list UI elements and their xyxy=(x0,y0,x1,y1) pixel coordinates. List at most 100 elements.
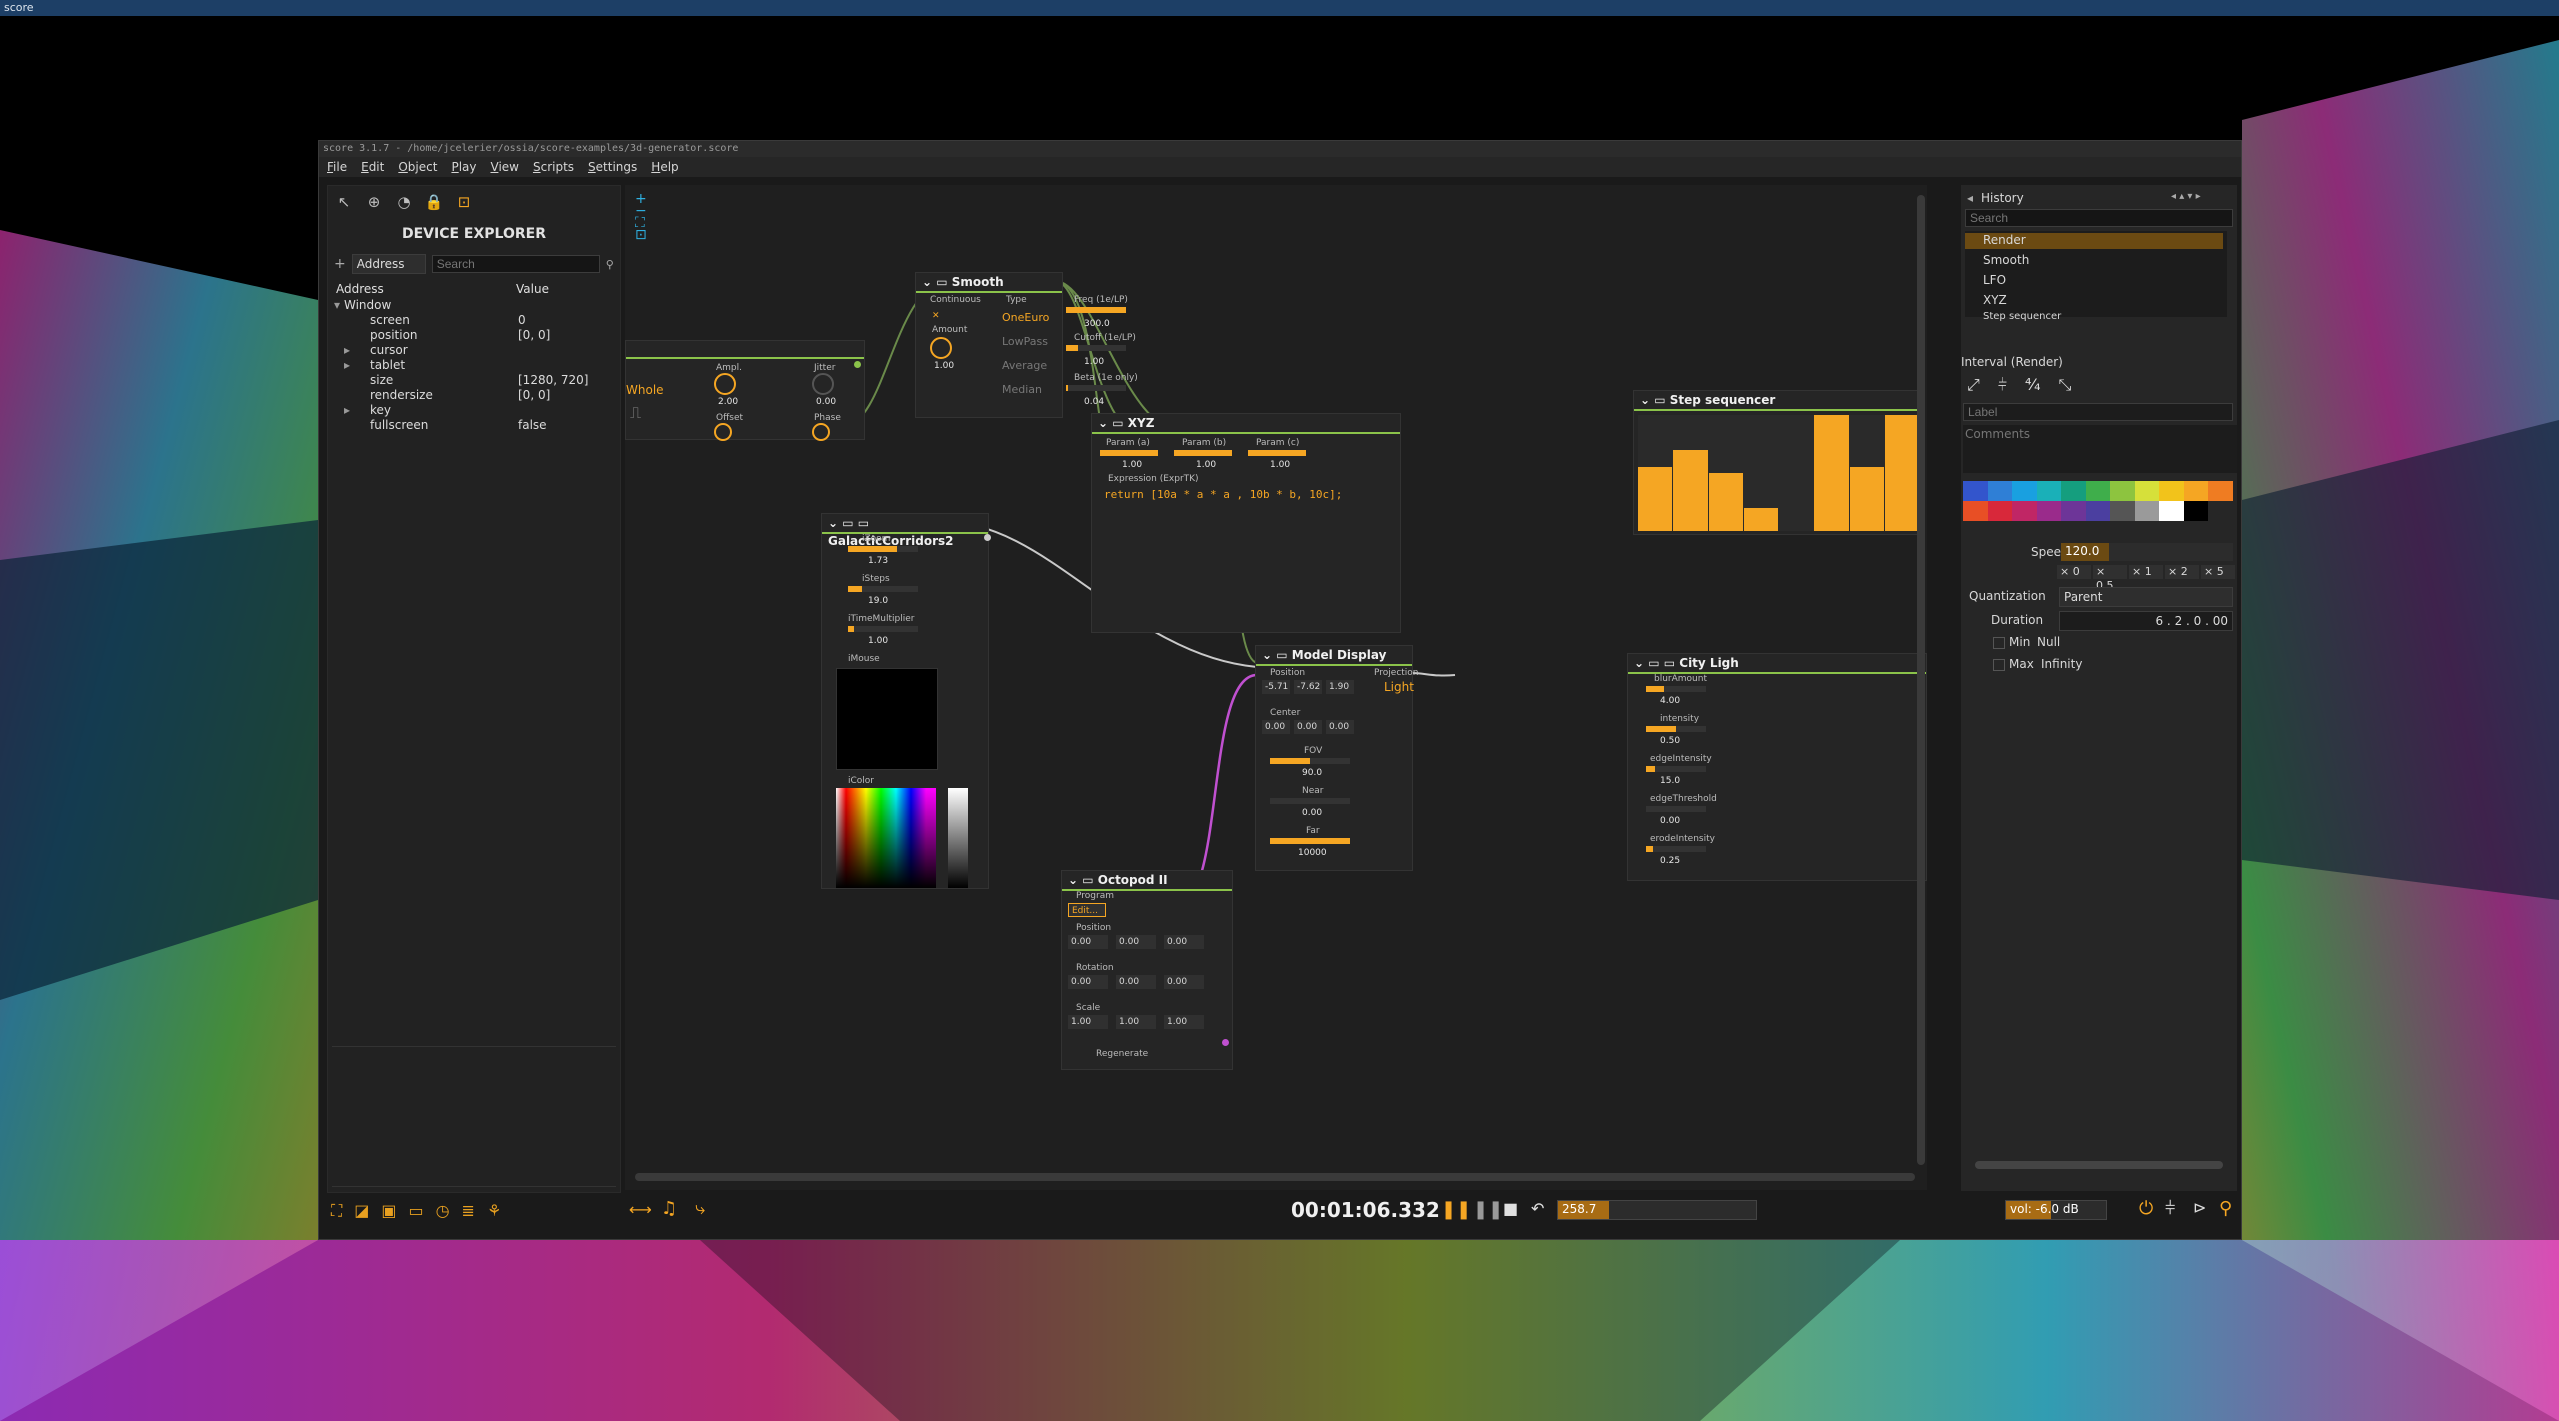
node-step-sequencer[interactable]: ⌄ ▭ Step sequencer xyxy=(1633,390,1925,535)
step-sequencer-grid[interactable] xyxy=(1638,415,1920,531)
xyz-expression[interactable]: return [10a * a * a , 10b * b, 10c]; xyxy=(1104,488,1342,501)
speed-x5-button[interactable]: × 5 xyxy=(2201,565,2235,579)
speed-slider[interactable]: 120.0 xyxy=(2061,543,2233,561)
curve-icon[interactable]: ◪ xyxy=(354,1201,369,1221)
mixer-icon[interactable]: ⫩ xyxy=(2165,1198,2175,1219)
xyz-pc-slider[interactable] xyxy=(1248,450,1306,456)
tree-row[interactable]: rendersize [0, 0] xyxy=(334,388,614,402)
reset-icon[interactable]: ↶ xyxy=(1531,1199,1544,1218)
octopod-rot-y[interactable]: 0.00 xyxy=(1116,975,1156,989)
speed-x0-button[interactable]: × 0 xyxy=(2057,565,2091,579)
device-search-input[interactable] xyxy=(431,255,600,273)
node-city-lights[interactable]: ⌄ ▭ ▭ City Ligh blurAmount 4.00 intensit… xyxy=(1627,653,1927,881)
stop-icon[interactable]: ■ xyxy=(1503,1199,1518,1218)
tree-row[interactable]: size [1280, 720] xyxy=(334,373,614,387)
node-model-header[interactable]: ⌄ ▭ Model Display xyxy=(1256,646,1412,666)
model-center-y[interactable]: 0.00 xyxy=(1294,720,1322,734)
library-icon[interactable]: ▣ xyxy=(381,1201,396,1221)
galactic-izoom-slider[interactable] xyxy=(848,546,918,552)
music-icon[interactable]: ♫ xyxy=(661,1198,677,1219)
octopod-edit-button[interactable]: Edit... xyxy=(1068,903,1106,917)
smooth-amount-knob[interactable] xyxy=(930,337,952,359)
step-bar[interactable] xyxy=(1814,415,1849,531)
node-xyz-header[interactable]: ⌄ ▭ XYZ xyxy=(1092,414,1400,434)
menu-help[interactable]: Help xyxy=(651,157,678,177)
history-search-input[interactable] xyxy=(1965,209,2233,227)
expand-icon[interactable]: ⤢ xyxy=(1967,375,1980,395)
close-icon[interactable]: ✕ xyxy=(932,311,940,321)
signature-icon[interactable]: ⁴⁄₄ xyxy=(2025,375,2041,395)
node-octopod[interactable]: ⌄ ▭ Octopod II Program Edit... Position … xyxy=(1061,870,1233,1070)
pause-icon[interactable]: ❚❚ xyxy=(1441,1199,1471,1220)
sliders-icon[interactable]: ⫩ xyxy=(1998,375,2007,395)
node-city-header[interactable]: ⌄ ▭ ▭ City Ligh xyxy=(1628,654,1926,674)
tree-row[interactable]: screen 0 xyxy=(334,313,614,327)
palette-swatch[interactable] xyxy=(2208,481,2233,501)
duration-value[interactable]: 6 . 2 . 0 . 00 xyxy=(2059,611,2233,631)
menu-file[interactable]: File xyxy=(327,157,347,177)
tree-row[interactable]: ▸ key xyxy=(334,403,614,417)
add-device-icon[interactable]: + xyxy=(334,256,346,272)
octopod-pos-x[interactable]: 0.00 xyxy=(1068,935,1108,949)
galactic-isteps-slider[interactable] xyxy=(848,586,918,592)
console-icon[interactable]: ⊳ xyxy=(2193,1198,2206,1217)
speed-x2-button[interactable]: × 2 xyxy=(2165,565,2199,579)
step-bar[interactable] xyxy=(1673,449,1708,531)
palette-swatch[interactable] xyxy=(2085,481,2111,501)
canvas-hscrollbar[interactable] xyxy=(635,1173,1915,1181)
menu-edit[interactable]: Edit xyxy=(361,157,384,177)
palette-swatch[interactable] xyxy=(2085,501,2111,521)
devices-icon[interactable]: ⚘ xyxy=(487,1201,501,1221)
model-far-slider[interactable] xyxy=(1270,838,1350,844)
lfo-phase-knob[interactable] xyxy=(812,423,830,441)
resize-icon[interactable]: ⤡ xyxy=(2059,375,2072,395)
node-xyz[interactable]: ⌄ ▭ XYZ Param (a) 1.00 Param (b) 1.00 Pa… xyxy=(1091,413,1401,633)
smooth-beta-slider[interactable] xyxy=(1066,385,1126,391)
smooth-mode-lowpass[interactable]: LowPass xyxy=(1002,335,1048,348)
loop-icon[interactable]: ⟷ xyxy=(629,1200,652,1219)
octopod-scale-z[interactable]: 1.00 xyxy=(1164,1015,1204,1029)
node-smooth[interactable]: ⌄ ▭ Smooth Continuous Type ✕ Amount 1.00… xyxy=(915,272,1138,418)
history-item-render[interactable]: Render xyxy=(1983,233,2026,247)
process-canvas[interactable]: Whole ⎍ Ampl. 2.00 Jitter 0.00 Offset Ph… xyxy=(625,185,1927,1190)
menu-play[interactable]: Play xyxy=(451,157,476,177)
quantization-dropdown[interactable]: Parent xyxy=(2059,587,2233,607)
palette-swatch[interactable] xyxy=(2134,481,2160,501)
model-pos-y[interactable]: -7.62 xyxy=(1294,680,1322,694)
palette-swatch[interactable] xyxy=(2159,481,2184,501)
palette-swatch[interactable] xyxy=(1963,501,1988,521)
interval-comments[interactable] xyxy=(1963,425,2237,473)
octopod-scale-x[interactable]: 1.00 xyxy=(1068,1015,1108,1029)
palette-swatch[interactable] xyxy=(2036,481,2062,501)
speed-x05-button[interactable]: × 0.5 xyxy=(2093,565,2127,592)
node-model-display[interactable]: ⌄ ▭ Model Display Position -5.71 -7.62 1… xyxy=(1255,645,1419,871)
city-edge-slider[interactable] xyxy=(1646,766,1706,772)
palette-swatch[interactable] xyxy=(2110,481,2135,501)
zoom-select-icon[interactable]: ⊡ xyxy=(635,228,647,242)
history-nav-icons[interactable]: ◂ ▴ ▾ ▸ xyxy=(2171,191,2201,202)
octopod-pos-z[interactable]: 0.00 xyxy=(1164,935,1204,949)
octopod-rot-z[interactable]: 0.00 xyxy=(1164,975,1204,989)
model-pos-x[interactable]: -5.71 xyxy=(1262,680,1290,694)
palette-swatch[interactable] xyxy=(2183,501,2209,521)
history-item-xyz[interactable]: XYZ xyxy=(1983,293,2007,307)
city-intensity-slider[interactable] xyxy=(1646,726,1706,732)
tree-row[interactable]: ▸ cursor xyxy=(334,343,614,357)
curve-tool-icon[interactable]: ⤷ xyxy=(695,1198,705,1219)
step-bar[interactable] xyxy=(1708,473,1743,531)
inspector-hscrollbar[interactable] xyxy=(1975,1161,2223,1169)
step-bar[interactable] xyxy=(1884,415,1919,531)
octopod-regenerate[interactable]: Regenerate xyxy=(1096,1049,1148,1059)
smooth-cutoff-slider[interactable] xyxy=(1066,345,1126,351)
tree-row[interactable]: fullscreen false xyxy=(334,418,614,432)
xyz-pb-slider[interactable] xyxy=(1174,450,1232,456)
tree-expand-icon[interactable]: ▸ xyxy=(344,358,350,372)
palette-swatch[interactable] xyxy=(2134,501,2160,521)
snap-icon[interactable]: ⊡ xyxy=(454,192,474,212)
model-center-x[interactable]: 0.00 xyxy=(1262,720,1290,734)
menu-view[interactable]: View xyxy=(490,157,518,177)
node-galactic-header[interactable]: ⌄ ▭ ▭ GalacticCorridors2 xyxy=(822,514,988,548)
model-near-slider[interactable] xyxy=(1270,798,1350,804)
history-icon[interactable]: ◷ xyxy=(436,1201,450,1221)
tree-row[interactable]: position [0, 0] xyxy=(334,328,614,342)
